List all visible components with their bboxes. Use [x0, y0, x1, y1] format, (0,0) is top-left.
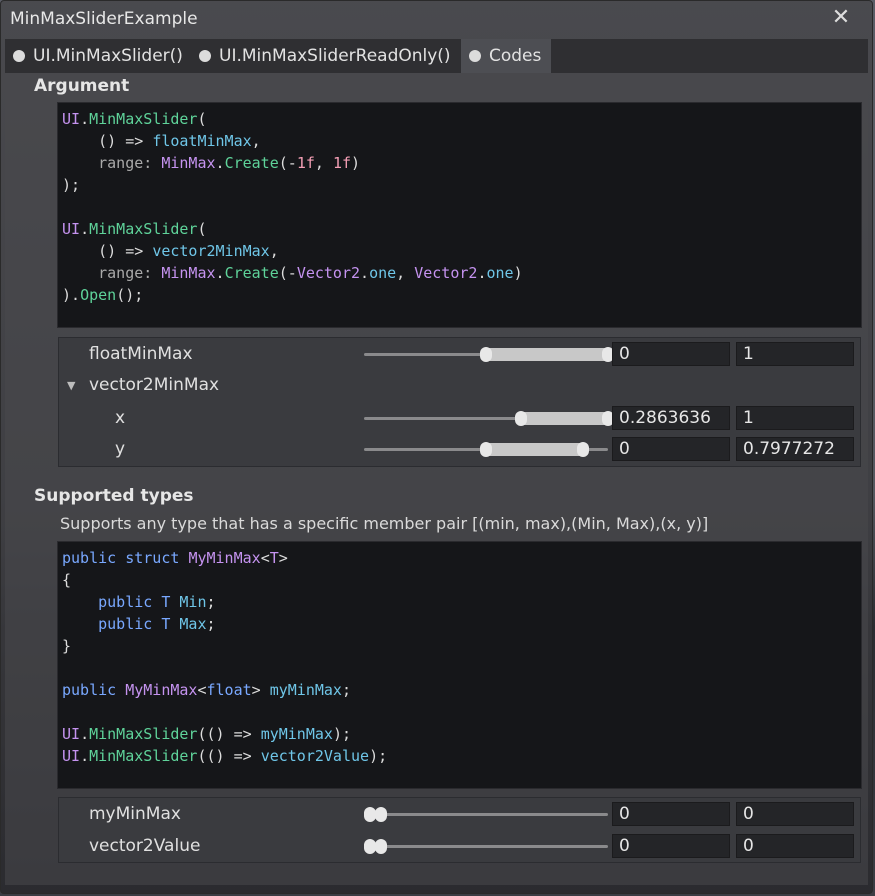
code-line: UI.MinMaxSlider(() => myMinMax); [62, 725, 351, 743]
min-value-field[interactable]: 0 [612, 834, 730, 858]
field-label: x [115, 408, 126, 428]
max-value-field[interactable]: 1 [736, 406, 854, 430]
slider-min-handle[interactable] [480, 442, 492, 457]
field-label: floatMinMax [89, 344, 193, 364]
min-value-field[interactable]: 0 [612, 802, 730, 826]
code-line: ); [62, 176, 81, 194]
close-icon[interactable]: ✕ [830, 7, 852, 29]
code-line: range: MinMax.Create(-1f, 1f) [98, 154, 361, 172]
radio-dot-icon [199, 50, 211, 62]
code-line: UI.MinMaxSlider( [62, 110, 207, 128]
tab-bar: UI.MinMaxSlider() UI.MinMaxSliderReadOnl… [5, 39, 868, 73]
slider-max-handle[interactable] [375, 839, 387, 854]
supported-types-description: Supports any type that has a specific me… [60, 514, 709, 533]
code-line: public struct MyMinMax<T> [62, 549, 288, 567]
code-line: { [62, 571, 72, 589]
tab-label: Codes [489, 46, 542, 66]
radio-dot-icon [469, 50, 481, 62]
inspector-panel-supported-types: myMinMax 0 0 vector2Value 0 0 [58, 797, 861, 863]
code-line: range: MinMax.Create(-Vector2.one, Vecto… [98, 264, 523, 282]
field-label: vector2Value [89, 836, 201, 856]
code-line: UI.MinMaxSlider(() => vector2Value); [62, 747, 388, 765]
minmax-row-x: x 0.2863636 1 [59, 403, 860, 433]
tab-label: UI.MinMaxSliderReadOnly() [219, 46, 451, 66]
field-label: myMinMax [89, 804, 181, 824]
code-line: ).Open(); [62, 286, 144, 304]
min-value-field[interactable]: 0 [612, 342, 730, 366]
slider-max-handle[interactable] [577, 442, 590, 457]
tab-minmaxslider-readonly[interactable]: UI.MinMaxSliderReadOnly() [199, 39, 451, 73]
max-value-field[interactable]: 0.7977272 [736, 437, 854, 461]
code-line: } [62, 637, 72, 655]
slider-min-handle[interactable] [514, 411, 527, 426]
code-line: () => vector2MinMax, [62, 242, 279, 260]
slider-range-fill[interactable] [520, 412, 608, 425]
max-value-field[interactable]: 1 [736, 342, 854, 366]
slider-range-fill[interactable] [486, 348, 608, 361]
window: MinMaxSliderExample ✕ UI.MinMaxSlider() … [0, 0, 873, 894]
min-value-field[interactable]: 0 [612, 437, 730, 461]
section-heading-supported-types: Supported types [34, 486, 194, 506]
code-line: public T Min; [98, 593, 216, 611]
tab-label: UI.MinMaxSlider() [33, 46, 183, 66]
slider-min-handle[interactable] [480, 347, 492, 362]
radio-dot-icon [13, 50, 25, 62]
code-line: UI.MinMaxSlider( [62, 220, 207, 238]
minmax-row-vector2value: vector2Value 0 0 [59, 831, 860, 861]
code-block-supported-types: public struct MyMinMax<T> { public T Min… [57, 541, 862, 789]
section-heading-argument: Argument [34, 76, 130, 96]
code-block-argument: UI.MinMaxSlider( () => floatMinMax, rang… [57, 102, 862, 328]
tab-codes[interactable]: Codes [461, 39, 551, 73]
triangle-down-icon[interactable]: ▼ [67, 379, 75, 392]
title-bar[interactable]: MinMaxSliderExample ✕ [1, 1, 872, 37]
slider-track[interactable] [364, 813, 608, 816]
code-line: public MyMinMax<float> myMinMax; [62, 681, 351, 699]
slider-max-handle[interactable] [375, 807, 387, 822]
min-value-field[interactable]: 0.2863636 [612, 406, 730, 430]
inspector-panel-argument: floatMinMax 0 1 ▼ vector2MinMax x 0.2863… [58, 337, 861, 467]
minmax-row-y: y 0 0.7977272 [59, 434, 860, 464]
slider-range-fill[interactable] [486, 443, 584, 456]
field-label: y [115, 439, 126, 459]
foldout-vector2minmax[interactable]: ▼ vector2MinMax [59, 370, 860, 400]
minmax-row-myminmax: myMinMax 0 0 [59, 799, 860, 829]
field-label: vector2MinMax [89, 375, 220, 395]
max-value-field[interactable]: 0 [736, 802, 854, 826]
minmax-row-floatminmax: floatMinMax 0 1 [59, 339, 860, 369]
code-line: () => floatMinMax, [62, 132, 261, 150]
window-title: MinMaxSliderExample [10, 9, 198, 29]
tab-minmaxslider[interactable]: UI.MinMaxSlider() [13, 39, 183, 73]
slider-track[interactable] [364, 845, 608, 848]
max-value-field[interactable]: 0 [736, 834, 854, 858]
code-line: public T Max; [98, 615, 216, 633]
